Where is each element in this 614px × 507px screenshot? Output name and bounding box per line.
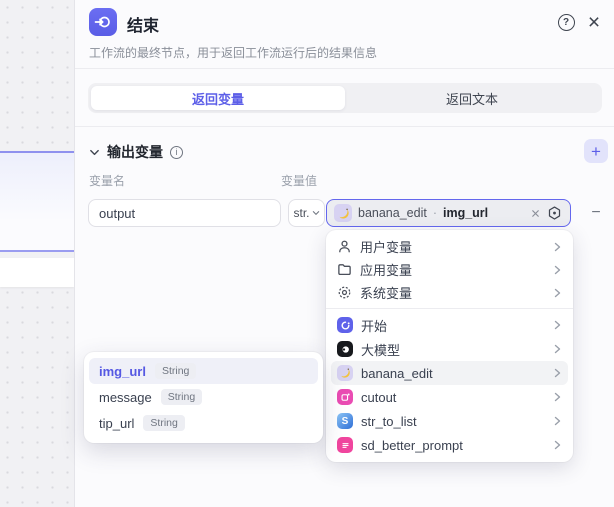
end-node-icon	[89, 8, 117, 36]
menu-item-node-llm[interactable]: 大模型	[331, 337, 568, 361]
menu-item-node-sd-better-prompt[interactable]: sd_better_prompt	[331, 433, 568, 457]
help-button[interactable]: ?	[555, 11, 577, 33]
workflow-canvas[interactable]	[0, 0, 74, 507]
menu-item-label: cutout	[361, 390, 396, 405]
user-icon	[337, 239, 352, 254]
info-icon: i	[170, 146, 183, 159]
menu-item-label: 开始	[361, 316, 387, 335]
folder-icon	[337, 262, 352, 277]
submenu-item-img-url[interactable]: img_url String	[89, 358, 318, 384]
divider	[75, 126, 614, 127]
reference-separator: ·	[433, 206, 437, 220]
panel-title: 结束	[127, 12, 159, 36]
banana-node-icon	[337, 365, 353, 381]
menu-item-label: 系统变量	[360, 283, 412, 302]
column-header-name: 变量名	[89, 172, 125, 189]
chevron-down-icon	[89, 147, 100, 158]
chevron-right-icon	[552, 320, 562, 330]
type-badge: String	[143, 415, 184, 432]
end-node-panel: 结束 ? × 工作流的最终节点，用于返回工作流运行后的结果信息 返回变量 返回文…	[74, 0, 614, 507]
variable-type-select[interactable]: str.	[288, 199, 325, 227]
chevron-right-icon	[552, 265, 562, 275]
menu-item-label: 用户变量	[360, 237, 412, 256]
submenu-item-tip-url[interactable]: tip_url String	[89, 410, 318, 436]
variable-reference-dropdown: 用户变量 应用变量 系统变量	[326, 230, 573, 462]
str-to-list-node-icon: S	[337, 413, 353, 429]
menu-divider	[326, 308, 573, 309]
gear-icon	[337, 285, 352, 300]
menu-item-app-variables[interactable]: 应用变量	[331, 258, 568, 281]
menu-item-label: 大模型	[361, 340, 400, 359]
divider	[75, 68, 614, 69]
prompt-node-icon	[337, 437, 353, 453]
llm-node-icon	[337, 341, 353, 357]
menu-item-node-str-to-list[interactable]: S str_to_list	[331, 409, 568, 433]
menu-item-node-banana-edit[interactable]: banana_edit	[331, 361, 568, 385]
chevron-right-icon	[552, 392, 562, 402]
chevron-right-icon	[552, 368, 562, 378]
menu-item-label: banana_edit	[361, 366, 433, 381]
chevron-right-icon	[552, 242, 562, 252]
reference-settings-icon[interactable]	[546, 205, 563, 222]
clear-value-icon[interactable]	[530, 208, 541, 219]
tab-return-variables[interactable]: 返回变量	[91, 86, 345, 110]
help-icon: ?	[558, 14, 575, 31]
close-icon: ×	[588, 12, 600, 33]
chevron-right-icon	[552, 440, 562, 450]
menu-item-label: 应用变量	[360, 260, 412, 279]
menu-item-label: sd_better_prompt	[361, 438, 463, 453]
menu-item-system-variables[interactable]: 系统变量	[331, 281, 568, 304]
variable-name-input[interactable]	[88, 199, 281, 227]
cutout-node-icon	[337, 389, 353, 405]
panel-description: 工作流的最终节点，用于返回工作流运行后的结果信息	[89, 44, 377, 61]
remove-variable-button[interactable]: −	[585, 199, 607, 227]
menu-item-node-cutout[interactable]: cutout	[331, 385, 568, 409]
start-node-icon	[337, 317, 353, 333]
type-badge: String	[155, 363, 196, 380]
return-mode-tabs: 返回变量 返回文本	[88, 83, 602, 113]
chevron-right-icon	[552, 344, 562, 354]
type-badge: String	[161, 389, 202, 406]
field-name: tip_url	[99, 416, 134, 431]
field-name: message	[99, 390, 152, 405]
variable-value-selector[interactable]: banana_edit · img_url	[326, 199, 571, 227]
tab-return-text[interactable]: 返回文本	[345, 86, 599, 110]
chevron-right-icon	[552, 416, 562, 426]
menu-item-label: str_to_list	[361, 414, 417, 429]
reference-node-name: banana_edit	[358, 206, 427, 220]
menu-item-user-variables[interactable]: 用户变量	[331, 235, 568, 258]
type-select-value: str.	[293, 206, 309, 220]
field-submenu: img_url String message String tip_url St…	[84, 352, 323, 443]
canvas-node-fragment[interactable]	[0, 151, 74, 252]
banana-node-icon	[334, 204, 352, 222]
canvas-node-fragment[interactable]	[0, 258, 74, 287]
column-header-value: 变量值	[281, 172, 317, 189]
reference-field-name: img_url	[443, 206, 488, 220]
panel-header: 结束 ? ×	[75, 0, 614, 44]
close-button[interactable]: ×	[583, 11, 605, 33]
add-variable-button[interactable]: +	[584, 139, 608, 163]
field-name: img_url	[99, 364, 146, 379]
submenu-item-message[interactable]: message String	[89, 384, 318, 410]
chevron-down-icon	[312, 209, 320, 217]
menu-item-node-start[interactable]: 开始	[331, 313, 568, 337]
chevron-right-icon	[552, 288, 562, 298]
output-variables-section-header[interactable]: 输出变量 i	[89, 142, 183, 162]
section-title: 输出变量	[107, 142, 163, 162]
